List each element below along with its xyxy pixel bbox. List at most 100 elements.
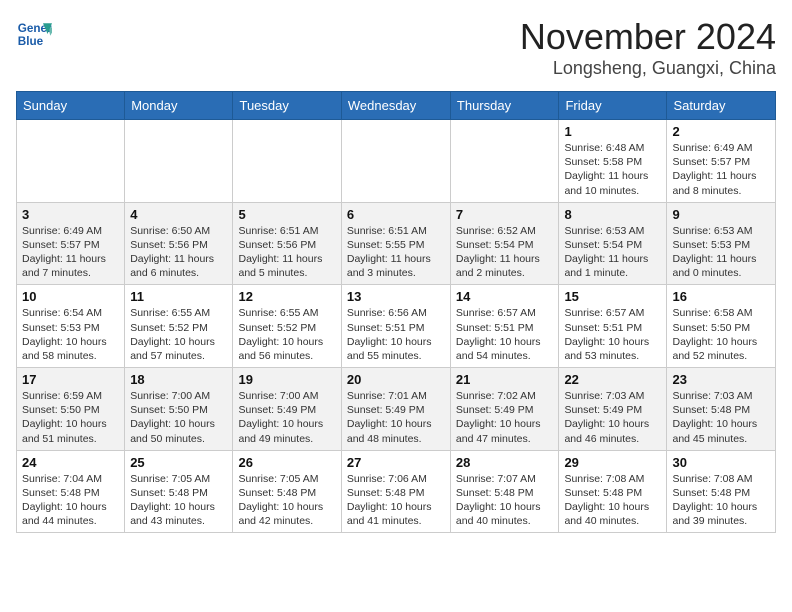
day-number: 29 (564, 455, 661, 470)
calendar-subtitle: Longsheng, Guangxi, China (520, 58, 776, 79)
weekday-header-row: SundayMondayTuesdayWednesdayThursdayFrid… (17, 92, 776, 120)
calendar-cell: 1 Sunrise: 6:48 AMSunset: 5:58 PMDaylight… (559, 120, 667, 203)
day-number: 19 (238, 372, 335, 387)
calendar-cell: 4 Sunrise: 6:50 AMSunset: 5:56 PMDaylight… (125, 202, 233, 285)
week-row-3: 10Sunrise: 6:54 AMSunset: 5:53 PMDayligh… (17, 285, 776, 368)
calendar-cell: 27 Sunrise: 7:06 AMSunset: 5:48 PMDayligh… (341, 450, 450, 533)
day-info: Sunrise: 6:52 AMSunset: 5:54 PMDaylight:… (456, 224, 554, 281)
day-number: 25 (130, 455, 227, 470)
day-info: Sunrise: 6:55 AMSunset: 5:52 PMDaylight:… (238, 306, 335, 363)
calendar-cell (17, 120, 125, 203)
day-info: Sunrise: 7:05 AMSunset: 5:48 PMDaylight:… (130, 472, 227, 529)
day-number: 2 (672, 124, 770, 139)
calendar-cell: 9 Sunrise: 6:53 AMSunset: 5:53 PMDaylight… (667, 202, 776, 285)
day-info: Sunrise: 6:58 AMSunset: 5:50 PMDaylight:… (672, 306, 770, 363)
calendar-cell: 12 Sunrise: 6:55 AMSunset: 5:52 PMDayligh… (233, 285, 341, 368)
day-info: Sunrise: 7:00 AMSunset: 5:50 PMDaylight:… (130, 389, 227, 446)
day-number: 6 (347, 207, 445, 222)
calendar-cell: 29 Sunrise: 7:08 AMSunset: 5:48 PMDayligh… (559, 450, 667, 533)
day-number: 26 (238, 455, 335, 470)
logo-icon: General Blue (16, 16, 52, 52)
weekday-header-wednesday: Wednesday (341, 92, 450, 120)
day-number: 7 (456, 207, 554, 222)
day-number: 18 (130, 372, 227, 387)
calendar-cell: 13 Sunrise: 6:56 AMSunset: 5:51 PMDayligh… (341, 285, 450, 368)
calendar-cell (125, 120, 233, 203)
day-info: Sunrise: 6:57 AMSunset: 5:51 PMDaylight:… (564, 306, 661, 363)
day-info: Sunrise: 6:56 AMSunset: 5:51 PMDaylight:… (347, 306, 445, 363)
weekday-header-monday: Monday (125, 92, 233, 120)
day-info: Sunrise: 7:08 AMSunset: 5:48 PMDaylight:… (564, 472, 661, 529)
calendar-cell: 21 Sunrise: 7:02 AMSunset: 5:49 PMDayligh… (450, 368, 559, 451)
logo: General Blue (16, 16, 52, 52)
week-row-5: 24 Sunrise: 7:04 AMSunset: 5:48 PMDayligh… (17, 450, 776, 533)
weekday-header-sunday: Sunday (17, 92, 125, 120)
weekday-header-thursday: Thursday (450, 92, 559, 120)
weekday-header-saturday: Saturday (667, 92, 776, 120)
calendar-cell: 30Sunrise: 7:08 AMSunset: 5:48 PMDayligh… (667, 450, 776, 533)
calendar-cell: 2 Sunrise: 6:49 AMSunset: 5:57 PMDaylight… (667, 120, 776, 203)
day-number: 27 (347, 455, 445, 470)
day-info: Sunrise: 7:06 AMSunset: 5:48 PMDaylight:… (347, 472, 445, 529)
day-number: 10 (22, 289, 119, 304)
day-number: 30 (672, 455, 770, 470)
calendar-cell: 20Sunrise: 7:01 AMSunset: 5:49 PMDayligh… (341, 368, 450, 451)
day-number: 16 (672, 289, 770, 304)
calendar-cell: 25 Sunrise: 7:05 AMSunset: 5:48 PMDayligh… (125, 450, 233, 533)
calendar-cell: 11 Sunrise: 6:55 AMSunset: 5:52 PMDayligh… (125, 285, 233, 368)
week-row-1: 1 Sunrise: 6:48 AMSunset: 5:58 PMDaylight… (17, 120, 776, 203)
day-number: 14 (456, 289, 554, 304)
calendar-cell: 7 Sunrise: 6:52 AMSunset: 5:54 PMDaylight… (450, 202, 559, 285)
day-number: 11 (130, 289, 227, 304)
calendar-cell (341, 120, 450, 203)
day-info: Sunrise: 6:51 AMSunset: 5:56 PMDaylight:… (238, 224, 335, 281)
weekday-header-friday: Friday (559, 92, 667, 120)
day-number: 22 (564, 372, 661, 387)
day-number: 12 (238, 289, 335, 304)
day-info: Sunrise: 6:53 AMSunset: 5:53 PMDaylight:… (672, 224, 770, 281)
calendar-cell: 23 Sunrise: 7:03 AMSunset: 5:48 PMDayligh… (667, 368, 776, 451)
calendar-cell (233, 120, 341, 203)
calendar-cell: 28Sunrise: 7:07 AMSunset: 5:48 PMDayligh… (450, 450, 559, 533)
day-info: Sunrise: 6:51 AMSunset: 5:55 PMDaylight:… (347, 224, 445, 281)
day-number: 23 (672, 372, 770, 387)
day-number: 3 (22, 207, 119, 222)
day-number: 15 (564, 289, 661, 304)
calendar-cell: 15 Sunrise: 6:57 AMSunset: 5:51 PMDayligh… (559, 285, 667, 368)
day-number: 1 (564, 124, 661, 139)
calendar-cell: 18 Sunrise: 7:00 AMSunset: 5:50 PMDayligh… (125, 368, 233, 451)
day-number: 24 (22, 455, 119, 470)
calendar-title: November 2024 (520, 16, 776, 58)
day-info: Sunrise: 6:55 AMSunset: 5:52 PMDaylight:… (130, 306, 227, 363)
calendar-cell: 10Sunrise: 6:54 AMSunset: 5:53 PMDayligh… (17, 285, 125, 368)
week-row-2: 3 Sunrise: 6:49 AMSunset: 5:57 PMDaylight… (17, 202, 776, 285)
calendar-cell: 24 Sunrise: 7:04 AMSunset: 5:48 PMDayligh… (17, 450, 125, 533)
day-info: Sunrise: 6:50 AMSunset: 5:56 PMDaylight:… (130, 224, 227, 281)
day-number: 13 (347, 289, 445, 304)
calendar-cell: 3 Sunrise: 6:49 AMSunset: 5:57 PMDaylight… (17, 202, 125, 285)
day-info: Sunrise: 7:04 AMSunset: 5:48 PMDaylight:… (22, 472, 119, 529)
page-header: General Blue November 2024 Longsheng, Gu… (16, 16, 776, 79)
day-info: Sunrise: 7:03 AMSunset: 5:48 PMDaylight:… (672, 389, 770, 446)
day-info: Sunrise: 6:53 AMSunset: 5:54 PMDaylight:… (564, 224, 661, 281)
day-number: 8 (564, 207, 661, 222)
calendar-cell (450, 120, 559, 203)
day-info: Sunrise: 6:48 AMSunset: 5:58 PMDaylight:… (564, 141, 661, 198)
day-number: 21 (456, 372, 554, 387)
calendar-cell: 22 Sunrise: 7:03 AMSunset: 5:49 PMDayligh… (559, 368, 667, 451)
day-number: 20 (347, 372, 445, 387)
svg-text:Blue: Blue (18, 35, 44, 48)
day-info: Sunrise: 6:49 AMSunset: 5:57 PMDaylight:… (22, 224, 119, 281)
day-number: 17 (22, 372, 119, 387)
calendar-cell: 6 Sunrise: 6:51 AMSunset: 5:55 PMDaylight… (341, 202, 450, 285)
calendar-cell: 5Sunrise: 6:51 AMSunset: 5:56 PMDaylight… (233, 202, 341, 285)
day-info: Sunrise: 7:02 AMSunset: 5:49 PMDaylight:… (456, 389, 554, 446)
day-info: Sunrise: 7:07 AMSunset: 5:48 PMDaylight:… (456, 472, 554, 529)
day-info: Sunrise: 6:59 AMSunset: 5:50 PMDaylight:… (22, 389, 119, 446)
day-info: Sunrise: 6:49 AMSunset: 5:57 PMDaylight:… (672, 141, 770, 198)
day-number: 9 (672, 207, 770, 222)
day-number: 4 (130, 207, 227, 222)
week-row-4: 17 Sunrise: 6:59 AMSunset: 5:50 PMDayligh… (17, 368, 776, 451)
day-info: Sunrise: 7:03 AMSunset: 5:49 PMDaylight:… (564, 389, 661, 446)
calendar-cell: 8 Sunrise: 6:53 AMSunset: 5:54 PMDaylight… (559, 202, 667, 285)
